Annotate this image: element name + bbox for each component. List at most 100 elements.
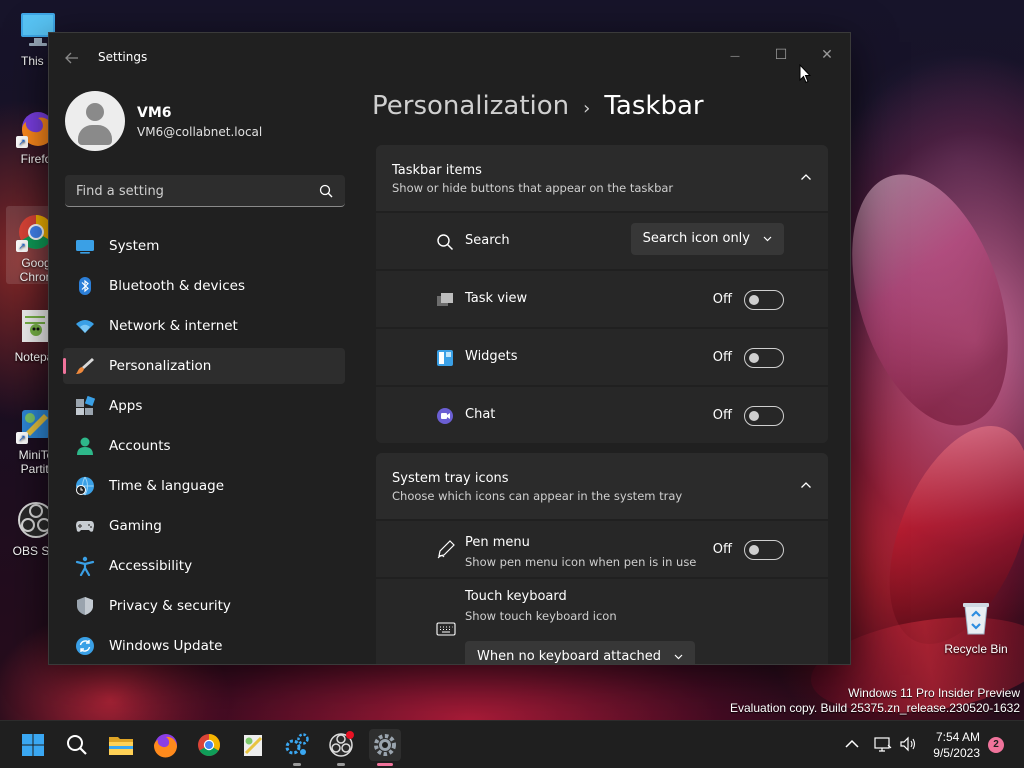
start-icon bbox=[22, 734, 44, 756]
clock-time: 7:54 AM bbox=[935, 730, 980, 744]
sidebar-item-personalization[interactable]: Personalization bbox=[63, 348, 345, 384]
touch-keyboard-dropdown[interactable]: When no keyboard attached bbox=[465, 641, 695, 664]
running-indicator bbox=[293, 763, 301, 766]
user-name: VM6 bbox=[137, 105, 172, 121]
accessibility-icon bbox=[75, 556, 95, 577]
widgets-label: Widgets bbox=[465, 349, 518, 364]
search-icon[interactable] bbox=[319, 184, 333, 198]
search-input[interactable] bbox=[65, 175, 315, 207]
volume-icon[interactable] bbox=[899, 735, 917, 753]
search-setting-label: Search bbox=[465, 233, 510, 248]
maximize-button[interactable]: ☐ bbox=[758, 39, 804, 71]
section-title: Taskbar items bbox=[392, 163, 482, 178]
widgets-row: Widgets Off bbox=[376, 327, 828, 385]
sidebar-item-privacy[interactable]: Privacy & security bbox=[63, 588, 345, 624]
obs-icon bbox=[329, 731, 354, 757]
privacy-icon bbox=[75, 596, 95, 616]
sidebar-item-network[interactable]: Network & internet bbox=[63, 308, 345, 344]
back-button[interactable] bbox=[61, 47, 83, 69]
minimize-button[interactable]: — bbox=[712, 39, 758, 71]
chat-state: Off bbox=[712, 408, 732, 423]
mouse-cursor-icon bbox=[799, 64, 811, 84]
time-language-icon bbox=[75, 476, 95, 496]
firefox-icon bbox=[154, 734, 177, 758]
sidebar-item-gaming[interactable]: Gaming bbox=[63, 508, 345, 544]
network-status-icon[interactable] bbox=[874, 735, 892, 753]
start-button[interactable] bbox=[17, 729, 49, 761]
back-arrow-icon bbox=[65, 52, 78, 64]
sidebar-item-system[interactable]: System bbox=[63, 228, 345, 264]
taskbar: 7:54 AM 9/5/2023 2 bbox=[0, 720, 1024, 768]
breadcrumb: Personalization › Taskbar bbox=[372, 91, 704, 131]
avatar bbox=[65, 91, 125, 151]
sidebar-item-apps[interactable]: Apps bbox=[63, 388, 345, 424]
chat-toggle[interactable] bbox=[744, 406, 784, 426]
chevron-up-icon[interactable] bbox=[800, 479, 812, 491]
system-tray-section: System tray icons Choose which icons can… bbox=[376, 453, 828, 664]
title-bar[interactable]: Settings — ☐ ✕ bbox=[49, 33, 850, 81]
system-icon bbox=[75, 236, 95, 256]
sidebar-item-accounts[interactable]: Accounts bbox=[63, 428, 345, 464]
sidebar-item-accessibility[interactable]: Accessibility bbox=[63, 548, 345, 584]
notepad-taskbar-button[interactable] bbox=[237, 729, 269, 761]
dropdown-value: When no keyboard attached bbox=[477, 649, 661, 664]
system-tray-header[interactable]: System tray icons Choose which icons can… bbox=[376, 453, 828, 519]
desktop-icon-recycle-bin[interactable]: Recycle Bin bbox=[944, 598, 1008, 656]
chrome-taskbar-button[interactable] bbox=[193, 729, 225, 761]
pen-menu-toggle[interactable] bbox=[744, 540, 784, 560]
chevron-up-icon[interactable] bbox=[800, 171, 812, 183]
search-icon bbox=[437, 234, 454, 251]
wallpaper-shape bbox=[823, 154, 1024, 446]
sidebar-item-time-language[interactable]: Time & language bbox=[63, 468, 345, 504]
task-view-toggle[interactable] bbox=[744, 290, 784, 310]
touch-keyboard-description: Show touch keyboard icon bbox=[465, 609, 617, 623]
chevron-down-icon bbox=[674, 654, 683, 660]
close-icon: ✕ bbox=[821, 47, 833, 63]
search-icon bbox=[67, 735, 87, 755]
active-indicator bbox=[377, 763, 393, 766]
shortcut-arrow-icon: ↗ bbox=[16, 432, 28, 444]
bluetooth-icon bbox=[75, 276, 95, 296]
pen-menu-row: Pen menu Show pen menu icon when pen is … bbox=[376, 519, 828, 577]
breadcrumb-parent[interactable]: Personalization bbox=[372, 91, 569, 121]
breadcrumb-separator-icon: › bbox=[583, 98, 591, 119]
section-title: System tray icons bbox=[392, 471, 509, 486]
window-title: Settings bbox=[98, 50, 148, 64]
widgets-toggle[interactable] bbox=[744, 348, 784, 368]
task-view-state: Off bbox=[712, 292, 732, 307]
clock-date: 9/5/2023 bbox=[933, 746, 980, 760]
pen-menu-state: Off bbox=[712, 542, 732, 557]
chat-row: Chat Off bbox=[376, 385, 828, 443]
widgets-icon bbox=[437, 350, 453, 366]
apps-icon bbox=[75, 395, 96, 416]
system-clock[interactable]: 7:54 AM 9/5/2023 bbox=[933, 729, 980, 761]
notepad-icon bbox=[244, 735, 263, 756]
minimize-icon: — bbox=[730, 51, 740, 62]
task-view-icon bbox=[437, 293, 453, 306]
taskbar-search-button[interactable] bbox=[61, 729, 93, 761]
search-setting-row: Search Search icon only bbox=[376, 211, 828, 269]
keyboard-icon bbox=[436, 622, 456, 636]
maximize-icon: ☐ bbox=[774, 47, 788, 63]
find-setting-search[interactable] bbox=[65, 175, 345, 207]
settings-taskbar-button[interactable] bbox=[369, 729, 401, 766]
gear-cluster-taskbar-button[interactable] bbox=[281, 729, 313, 766]
sidebar-item-windows-update[interactable]: Windows Update bbox=[63, 628, 345, 664]
taskbar-items-section: Taskbar items Show or hide buttons that … bbox=[376, 145, 828, 443]
settings-window: Settings — ☐ ✕ VM6 VM6@collabnet.local S… bbox=[48, 32, 851, 665]
widgets-state: Off bbox=[712, 350, 732, 365]
user-email: VM6@collabnet.local bbox=[137, 125, 263, 139]
sidebar-nav: System Bluetooth & devices Network & int… bbox=[63, 228, 345, 664]
shortcut-arrow-icon: ↗ bbox=[16, 240, 28, 252]
notification-badge[interactable]: 2 bbox=[988, 737, 1004, 753]
firefox-taskbar-button[interactable] bbox=[149, 729, 181, 761]
taskbar-items-header[interactable]: Taskbar items Show or hide buttons that … bbox=[376, 145, 828, 211]
file-explorer-button[interactable] bbox=[105, 729, 137, 761]
sidebar-item-bluetooth[interactable]: Bluetooth & devices bbox=[63, 268, 345, 304]
user-profile[interactable]: VM6 VM6@collabnet.local bbox=[65, 91, 365, 151]
search-mode-dropdown[interactable]: Search icon only bbox=[630, 223, 784, 255]
obs-taskbar-button[interactable] bbox=[325, 729, 357, 766]
network-icon bbox=[75, 316, 95, 336]
chevron-up-icon[interactable] bbox=[843, 735, 861, 753]
personalization-icon bbox=[75, 356, 95, 376]
